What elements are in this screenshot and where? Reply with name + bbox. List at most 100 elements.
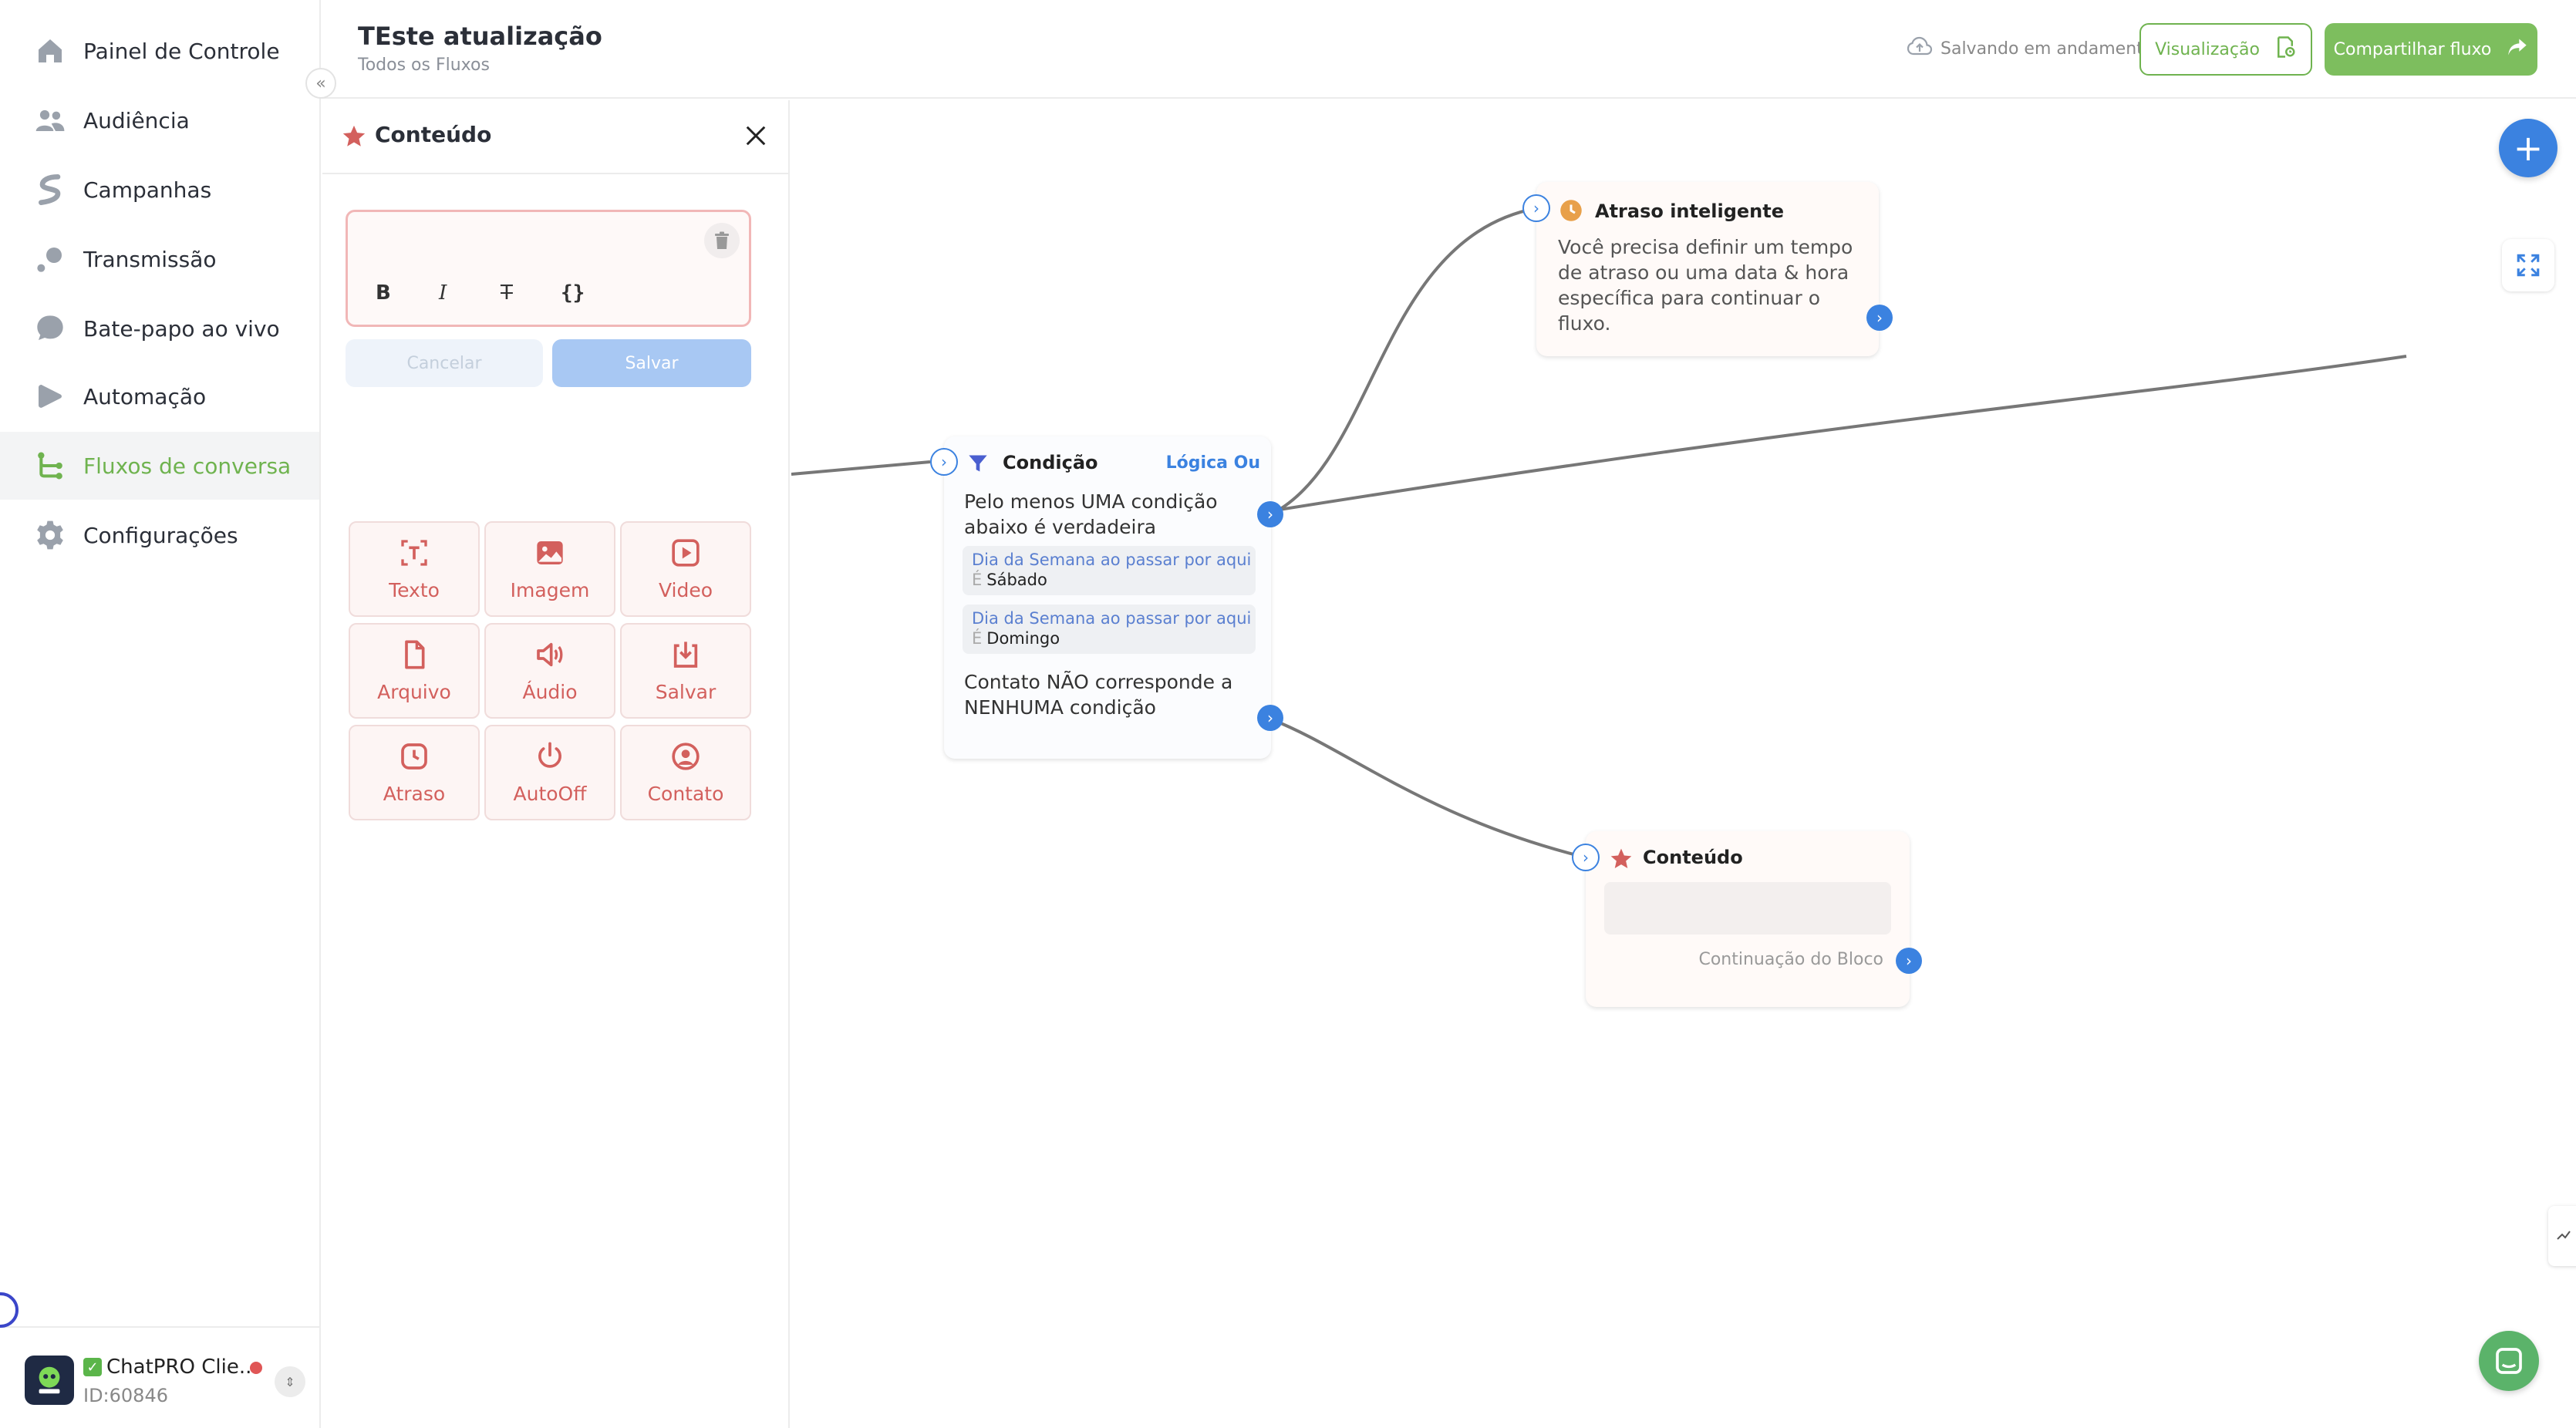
share-flow-button[interactable]: Compartilhar fluxo <box>2325 23 2537 76</box>
sidebar-item-campaigns[interactable]: Campanhas <box>0 156 319 224</box>
input-port[interactable]: › <box>930 448 958 476</box>
sidebar-item-label: Painel de Controle <box>83 38 280 64</box>
add-node-button[interactable]: + <box>2499 119 2557 177</box>
bold-button[interactable]: B <box>376 281 391 305</box>
tile-label: Áudio <box>522 680 578 703</box>
add-autooff-tile[interactable]: AutoOff <box>484 725 615 820</box>
strikethrough-button[interactable]: T <box>501 281 513 305</box>
support-chat-button[interactable] <box>2479 1331 2539 1391</box>
tile-label: Contato <box>647 782 724 805</box>
save-button[interactable]: Salvar <box>552 339 751 387</box>
condition-field-label: Dia da Semana ao passar por aqui <box>972 609 1252 628</box>
side-panel-toggle[interactable] <box>2548 1206 2576 1266</box>
add-text-tile[interactable]: Texto <box>349 521 480 617</box>
tile-label: AutoOff <box>513 782 587 805</box>
audio-icon <box>534 639 565 673</box>
condition-field-label: Dia da Semana ao passar por aqui <box>972 551 1252 569</box>
status-dot <box>250 1362 262 1374</box>
tile-label: Salvar <box>655 680 716 703</box>
clock-icon <box>399 741 430 775</box>
condition-value: Domingo <box>986 629 1060 648</box>
sidebar-item-label: Fluxos de conversa <box>83 453 292 479</box>
node-title: Conteúdo <box>1643 847 1743 868</box>
panel-header: Conteúdo <box>322 100 788 174</box>
preview-icon <box>2274 35 2297 63</box>
logic-or-link[interactable]: Lógica Ou <box>1166 453 1260 473</box>
sidebar-item-label: Bate-papo ao vivo <box>83 315 280 342</box>
condition-chip[interactable]: Dia da Semana ao passar por aqui É Doming… <box>963 605 1256 654</box>
sidebar-item-settings[interactable]: Configurações <box>0 501 319 569</box>
italic-button[interactable]: I <box>439 281 447 305</box>
add-file-tile[interactable]: Arquivo <box>349 623 480 719</box>
close-icon[interactable] <box>740 120 771 151</box>
campaign-icon <box>34 173 66 206</box>
cloud-upload-icon <box>1907 35 1933 62</box>
tile-label: Imagem <box>510 578 590 601</box>
tile-label: Video <box>658 578 713 601</box>
flow-canvas[interactable]: Atraso inteligente Você precisa definir … <box>791 100 2576 1428</box>
edge-condition-to-delay <box>1269 207 1537 517</box>
account-switcher[interactable]: ✓ ChatPRO Clie... ID:60846 ⇕ <box>0 1326 319 1428</box>
share-icon <box>2507 37 2528 62</box>
gear-icon <box>34 519 66 551</box>
tile-label: Texto <box>389 578 440 601</box>
input-port[interactable]: › <box>1522 194 1550 222</box>
account-id: ID:60846 <box>83 1385 168 1406</box>
preview-button-label: Visualização <box>2155 39 2260 59</box>
sidebar-item-label: Transmissão <box>83 246 217 272</box>
condition-chip[interactable]: Dia da Semana ao passar por aqui É Sábado <box>963 546 1256 595</box>
node-title: Condição <box>1003 452 1098 473</box>
smart-delay-node[interactable]: Atraso inteligente Você precisa definir … <box>1536 182 1879 356</box>
add-image-tile[interactable]: Imagem <box>484 521 615 617</box>
condition-value-row: É Domingo <box>972 629 1060 648</box>
add-save-tile[interactable]: Salvar <box>620 623 751 719</box>
sidebar-item-label: Configurações <box>83 522 238 548</box>
check-icon: ✓ <box>83 1358 102 1376</box>
account-name: ChatPRO Clie... <box>106 1356 258 1379</box>
node-title: Atraso inteligente <box>1595 200 1785 222</box>
account-name-row: ✓ ChatPRO Clie... <box>83 1356 258 1379</box>
output-port[interactable]: › <box>1896 948 1922 974</box>
condition-node[interactable]: Condição Lógica Ou Pelo menos UMA condiç… <box>944 436 1271 759</box>
fullscreen-icon[interactable] <box>2502 239 2554 291</box>
output-port-false[interactable]: › <box>1257 705 1283 731</box>
sidebar-item-automation[interactable]: Automação <box>0 362 319 430</box>
content-node[interactable]: Conteúdo Continuação do Bloco <box>1586 831 1910 1007</box>
tile-label: Arquivo <box>377 680 451 703</box>
preview-button[interactable]: Visualização <box>2139 23 2312 76</box>
condition-any-true-text: Pelo menos UMA condição abaixo é verdade… <box>964 490 1218 538</box>
users-icon <box>34 104 66 136</box>
chat-icon <box>34 312 66 345</box>
sidebar-item-live-chat[interactable]: Bate-papo ao vivo <box>0 295 319 362</box>
star-icon <box>341 123 367 153</box>
image-icon <box>534 537 565 571</box>
condition-operator: É <box>972 629 983 648</box>
output-port[interactable]: › <box>1866 305 1893 331</box>
add-video-tile[interactable]: Video <box>620 521 751 617</box>
sidebar: Painel de Controle Audiência Campanhas T… <box>0 0 321 1428</box>
output-port-true[interactable]: › <box>1257 501 1283 527</box>
tile-label: Atraso <box>383 782 446 805</box>
sidebar-item-conversation-flows[interactable]: Fluxos de conversa <box>0 432 319 500</box>
broadcast-icon <box>34 243 66 275</box>
input-port[interactable]: › <box>1572 844 1600 871</box>
clock-icon <box>1559 199 1583 225</box>
collapse-sidebar-button[interactable]: « <box>305 68 336 99</box>
breadcrumb[interactable]: Todos os Fluxos <box>358 56 490 75</box>
content-message-preview[interactable] <box>1604 882 1891 935</box>
add-contact-tile[interactable]: Contato <box>620 725 751 820</box>
trash-icon[interactable] <box>704 223 740 258</box>
message-text-editor[interactable]: B I T {} <box>346 210 751 327</box>
cancel-button[interactable]: Cancelar <box>346 339 543 387</box>
add-audio-tile[interactable]: Áudio <box>484 623 615 719</box>
page-title: TEste atualização <box>358 22 602 51</box>
add-delay-tile[interactable]: Atraso <box>349 725 480 820</box>
star-icon <box>1609 847 1634 874</box>
ring-icon[interactable] <box>0 1292 19 1328</box>
sidebar-item-dashboard[interactable]: Painel de Controle <box>0 17 319 85</box>
sidebar-item-audience[interactable]: Audiência <box>0 86 319 154</box>
chevron-up-down-icon[interactable]: ⇕ <box>275 1366 305 1397</box>
sidebar-item-label: Automação <box>83 383 207 409</box>
variable-button[interactable]: {} <box>561 281 585 305</box>
sidebar-item-broadcast[interactable]: Transmissão <box>0 225 319 293</box>
